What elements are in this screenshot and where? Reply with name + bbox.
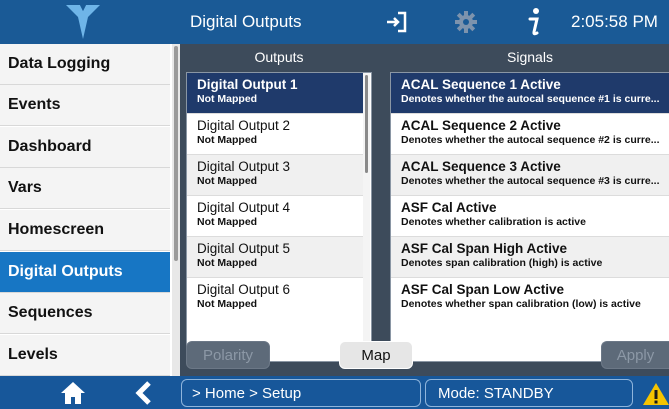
signal-description: Denotes whether the autocal sequence #1 …	[401, 93, 660, 105]
sidebar-item-digital-outputs[interactable]: Digital Outputs	[0, 252, 170, 293]
main-panel: Outputs Signals Digital Output 1 Not Map…	[180, 44, 669, 376]
sidebar: Data Logging Events Dashboard Vars Homes…	[0, 44, 180, 376]
sidebar-scrollbar-thumb[interactable]	[174, 46, 178, 261]
signal-name: ACAL Sequence 1 Active	[401, 77, 561, 92]
sidebar-item-data-logging[interactable]: Data Logging	[0, 44, 170, 85]
output-name: Digital Output 2	[197, 118, 291, 133]
sidebar-item-dashboard[interactable]: Dashboard	[0, 127, 170, 168]
signal-name: ASF Cal Active	[401, 200, 497, 215]
output-item-2[interactable]: Digital Output 2 Not Mapped	[187, 114, 363, 155]
signal-item-2[interactable]: ACAL Sequence 2 Active Denotes whether t…	[391, 114, 669, 155]
map-button[interactable]: Map	[339, 341, 413, 369]
signal-item-1[interactable]: ACAL Sequence 1 Active Denotes whether t…	[391, 73, 669, 114]
exit-icon[interactable]	[384, 10, 408, 34]
output-item-4[interactable]: Digital Output 4 Not Mapped	[187, 196, 363, 237]
output-item-3[interactable]: Digital Output 3 Not Mapped	[187, 155, 363, 196]
teledyne-logo-icon	[66, 5, 100, 39]
output-name: Digital Output 4	[197, 200, 291, 215]
outputs-header: Outputs	[254, 49, 304, 65]
output-name: Digital Output 6	[197, 282, 291, 297]
output-status: Not Mapped	[197, 298, 258, 310]
mode-status: Mode: STANDBY	[425, 379, 633, 407]
signal-item-4[interactable]: ASF Cal Active Denotes whether calibrati…	[391, 196, 669, 237]
output-status: Not Mapped	[197, 257, 258, 269]
info-icon[interactable]	[524, 6, 544, 38]
signal-name: ACAL Sequence 3 Active	[401, 159, 561, 174]
warning-icon[interactable]	[643, 382, 669, 406]
back-icon[interactable]	[134, 380, 154, 406]
signal-description: Denotes whether calibration is active	[401, 216, 586, 228]
top-bar: Digital Outputs 2:05:58 PM	[0, 0, 669, 44]
output-item-1[interactable]: Digital Output 1 Not Mapped	[187, 73, 363, 114]
sidebar-item-homescreen[interactable]: Homescreen	[0, 210, 170, 251]
page-title: Digital Outputs	[190, 12, 302, 31]
output-name: Digital Output 3	[197, 159, 291, 174]
output-name: Digital Output 1	[197, 77, 298, 92]
sidebar-item-levels[interactable]: Levels	[0, 335, 170, 376]
signal-description: Denotes span calibration (high) is activ…	[401, 257, 603, 269]
signal-description: Denotes whether the autocal sequence #2 …	[401, 134, 660, 146]
gear-icon[interactable]	[454, 10, 478, 34]
signal-name: ASF Cal Span High Active	[401, 241, 568, 256]
apply-button[interactable]: Apply	[601, 341, 669, 369]
outputs-list: Digital Output 1 Not Mapped Digital Outp…	[186, 72, 372, 362]
signal-name: ACAL Sequence 2 Active	[401, 118, 561, 133]
teledyne-logo	[0, 0, 180, 44]
signal-description: Denotes whether the autocal sequence #3 …	[401, 175, 660, 187]
output-status: Not Mapped	[197, 93, 258, 105]
breadcrumb[interactable]: > Home > Setup	[181, 379, 421, 407]
output-status: Not Mapped	[197, 216, 258, 228]
bottom-bar: > Home > Setup Mode: STANDBY	[0, 376, 669, 409]
clock: 2:05:58 PM	[571, 12, 658, 31]
signal-name: ASF Cal Span Low Active	[401, 282, 565, 297]
polarity-button[interactable]: Polarity	[186, 341, 270, 369]
home-icon[interactable]	[60, 380, 86, 406]
signal-description: Denotes whether span calibration (low) i…	[401, 298, 641, 310]
signals-header: Signals	[507, 49, 553, 65]
output-status: Not Mapped	[197, 175, 258, 187]
signals-list: ACAL Sequence 1 Active Denotes whether t…	[390, 72, 669, 362]
output-item-5[interactable]: Digital Output 5 Not Mapped	[187, 237, 363, 278]
signal-item-3[interactable]: ACAL Sequence 3 Active Denotes whether t…	[391, 155, 669, 196]
output-status: Not Mapped	[197, 134, 258, 146]
sidebar-item-events[interactable]: Events	[0, 85, 170, 126]
sidebar-item-sequences[interactable]: Sequences	[0, 293, 170, 334]
outputs-scrollbar-thumb[interactable]	[365, 75, 368, 173]
signal-item-5[interactable]: ASF Cal Span High Active Denotes span ca…	[391, 237, 669, 278]
output-name: Digital Output 5	[197, 241, 291, 256]
sidebar-item-vars[interactable]: Vars	[0, 168, 170, 209]
